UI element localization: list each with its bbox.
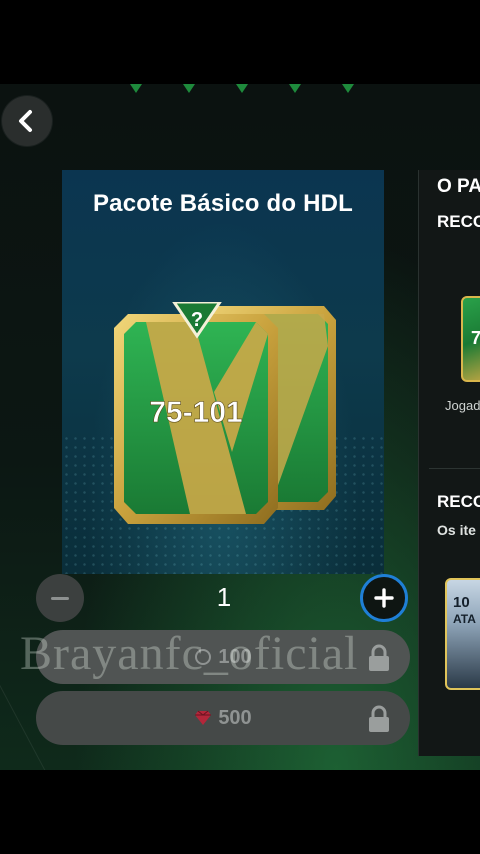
- side-section1-title: RECO: [437, 212, 480, 231]
- gem-icon: [195, 710, 212, 725]
- plus-icon: [374, 588, 394, 608]
- pack-card[interactable]: Pacote Básico do HDL ? 75-101: [62, 170, 384, 574]
- buy-with-gems-button[interactable]: 500: [36, 691, 410, 745]
- mystery-icon: ?: [191, 309, 203, 331]
- side-item-caption: Jogado: [445, 398, 480, 413]
- side-card2-position: ATA: [453, 612, 476, 626]
- increase-quantity-button[interactable]: [360, 574, 408, 622]
- decrease-quantity-button[interactable]: [36, 574, 84, 622]
- divider: [429, 468, 480, 469]
- bottom-black-bar: [0, 770, 480, 854]
- minus-icon: [51, 596, 69, 600]
- side-section2-caption: Os ite: [437, 522, 476, 538]
- gem-price: 500: [218, 706, 252, 729]
- side-player-card: 7: [461, 296, 480, 382]
- side-section2-title: RECO: [437, 492, 480, 511]
- pack-store-screen: Pacote Básico do HDL ? 75-101 1 100 500 …: [0, 84, 480, 770]
- pack-title: Pacote Básico do HDL: [92, 190, 354, 217]
- pack-rating-range: 75-101: [149, 396, 242, 429]
- side-panel-title: O PA: [437, 176, 480, 197]
- side-card2-rating: 10: [453, 594, 470, 611]
- top-black-bar: [0, 0, 480, 84]
- quantity-stepper: 1: [34, 572, 414, 622]
- watermark-text: Brayanfc_oficial: [20, 627, 359, 680]
- quantity-value: 1: [216, 582, 232, 612]
- back-button[interactable]: [2, 96, 52, 146]
- top-decor-marks: [130, 84, 370, 96]
- pack-cards-art: ? 75-101: [114, 302, 336, 524]
- lock-icon: [369, 705, 389, 732]
- chevron-left-icon: [19, 110, 32, 132]
- side-card-rating: 7: [471, 328, 480, 349]
